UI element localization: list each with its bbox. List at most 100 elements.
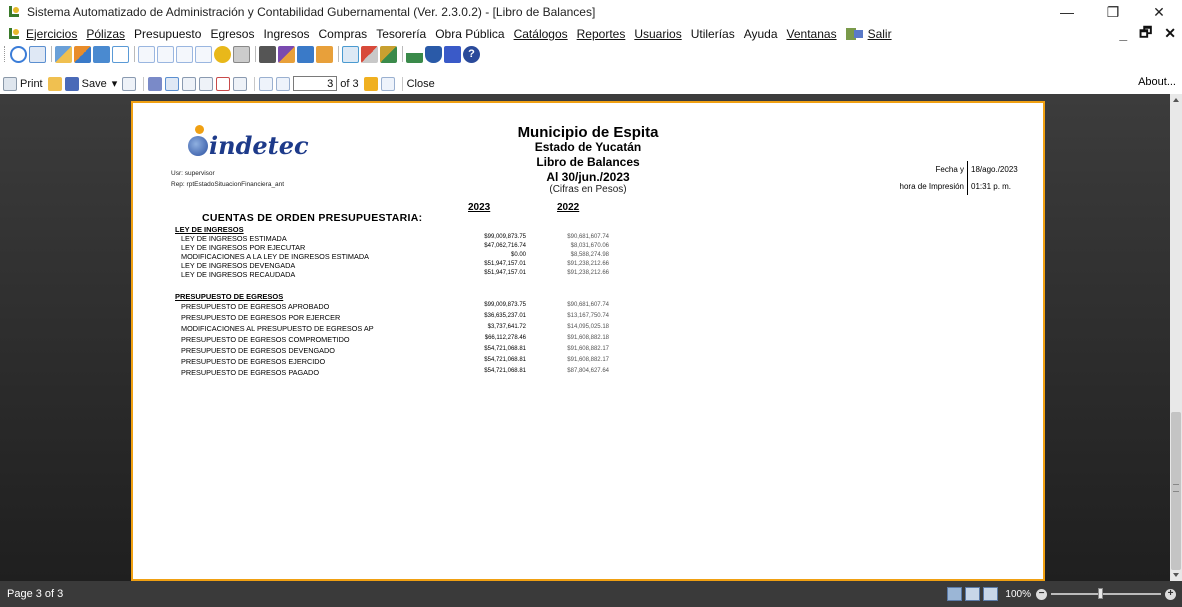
grid-icon[interactable]	[112, 45, 129, 63]
menu-usuarios[interactable]: Usuarios	[634, 27, 681, 41]
toolbar-separator	[51, 46, 52, 62]
vertical-scrollbar[interactable]	[1170, 94, 1182, 581]
page-status: Page 3 of 3	[7, 588, 64, 600]
zoom-in-button[interactable]: +	[1165, 588, 1176, 600]
calculator-icon[interactable]	[259, 45, 276, 63]
menu-ingresos[interactable]: Ingresos	[263, 27, 309, 41]
key-icon[interactable]	[380, 45, 397, 63]
prev-page-icon[interactable]	[276, 76, 291, 91]
menu-ejercicios[interactable]: Ejercicios	[26, 27, 77, 41]
row-label: PRESUPUESTO DE EGRESOS PAGADO	[181, 368, 319, 377]
close-button[interactable]: Close	[407, 78, 435, 90]
save-icon[interactable]	[444, 45, 461, 63]
about-button[interactable]: About...	[1138, 76, 1176, 88]
mdi-restore-button[interactable]: 🗗	[1139, 22, 1152, 46]
page-e-icon[interactable]	[176, 45, 193, 63]
row-label: MODIFICACIONES A LA LEY DE INGRESOS ESTI…	[181, 252, 370, 261]
toolbar-separator	[338, 46, 339, 62]
save-button[interactable]: Save	[82, 78, 107, 90]
row-value-2022: $91,608,882.18	[567, 335, 609, 341]
contacts-icon[interactable]	[342, 45, 359, 63]
print-button[interactable]: Print	[20, 78, 43, 90]
menu-polizas[interactable]: Pólizas	[86, 27, 125, 41]
tree-icon[interactable]	[406, 45, 423, 63]
group-title-egresos: PRESUPUESTO DE EGRESOS	[175, 292, 284, 301]
toolbar-grip[interactable]	[4, 46, 7, 62]
row-label: MODIFICACIONES AL PRESUPUESTO DE EGRESOS…	[181, 324, 374, 333]
menu-ventanas-label: Ventanas	[786, 26, 837, 41]
menu-salir[interactable]: Salir	[868, 27, 892, 41]
single-page-icon[interactable]	[165, 76, 180, 91]
print-preview-icon	[3, 76, 17, 91]
menu-reportes[interactable]: Reportes	[577, 27, 626, 41]
scroll-down-arrow[interactable]	[1173, 573, 1179, 577]
truck-icon[interactable]	[297, 45, 314, 63]
window-title: Sistema Automatizado de Administración y…	[27, 5, 596, 19]
zoom-slider[interactable]	[1051, 588, 1161, 599]
find-icon[interactable]	[148, 76, 163, 91]
view-single-icon[interactable]	[965, 587, 981, 601]
scroll-up-arrow[interactable]	[1173, 98, 1179, 102]
row-label: PRESUPUESTO DE EGRESOS EJERCIDO	[181, 357, 326, 366]
zoom-slider-thumb[interactable]	[1098, 588, 1103, 599]
page-d-icon[interactable]	[157, 45, 174, 63]
page-c-icon[interactable]	[138, 45, 155, 63]
coins-icon[interactable]	[214, 45, 231, 63]
row-label: PRESUPUESTO DE EGRESOS DEVENGADO	[181, 346, 335, 355]
users-icon[interactable]	[55, 45, 72, 63]
view-multi-icon[interactable]	[983, 587, 999, 601]
copy-icon[interactable]	[199, 76, 214, 91]
mdi-app-icon[interactable]	[7, 27, 20, 40]
menu-presupuesto[interactable]: Presupuesto	[134, 27, 201, 41]
menu-compras[interactable]: Compras	[319, 27, 368, 41]
next-page-icon[interactable]	[363, 76, 378, 91]
email-icon[interactable]	[122, 76, 137, 91]
row-value-2022: $87,804,627.64	[567, 368, 609, 374]
page-p-icon[interactable]	[195, 45, 212, 63]
report-municipio: Municipio de Espita	[517, 124, 659, 141]
row-label: LEY DE INGRESOS ESTIMADA	[181, 234, 287, 243]
menu-usuarios-label: Usuarios	[634, 26, 682, 41]
table-icon[interactable]	[93, 45, 110, 63]
menu-tesoreria[interactable]: Tesorería	[376, 27, 426, 41]
tools-icon[interactable]	[361, 45, 378, 63]
menu-catalogos[interactable]: Catálogos	[514, 27, 568, 41]
restore-button[interactable]: ❐	[1090, 0, 1136, 24]
document-icon[interactable]	[29, 45, 46, 63]
toolbar-separator	[402, 46, 403, 62]
page-number-input[interactable]	[293, 76, 338, 91]
menu-egresos[interactable]: Egresos	[210, 27, 254, 41]
transfer-icon[interactable]	[74, 45, 91, 63]
view-mode-icon[interactable]	[947, 587, 963, 601]
row-value-2022: $90,681,607.74	[567, 302, 609, 308]
minimize-button[interactable]: —	[1044, 0, 1090, 24]
window-controls: — ❐ ✕	[1044, 0, 1182, 24]
menu-utilerias[interactable]: Utilerías	[691, 27, 735, 41]
report-toolbar: Print Save ▾ of 3 Close	[0, 74, 1182, 93]
help-icon[interactable]: ?	[463, 45, 480, 63]
shield-icon[interactable]	[425, 45, 442, 63]
watermark-icon[interactable]	[233, 76, 248, 91]
box-icon[interactable]	[316, 45, 333, 63]
report-content: indetec Usr: supervisor Rep: rptEstadoSi…	[133, 103, 1043, 579]
mdi-minimize-button[interactable]: _	[1119, 26, 1127, 42]
section-title: CUENTAS DE ORDEN PRESUPUESTARIA:	[202, 212, 423, 224]
menu-ventanas[interactable]: Ventanas	[787, 27, 837, 41]
zoom-out-button[interactable]: −	[1036, 588, 1047, 600]
refresh-icon[interactable]	[10, 45, 27, 63]
mdi-close-button[interactable]: ✕	[1164, 25, 1176, 42]
menu-ayuda[interactable]: Ayuda	[744, 27, 778, 41]
print-icon[interactable]	[233, 45, 250, 63]
menu-obra-publica[interactable]: Obra Pública	[435, 27, 504, 41]
table-row: PRESUPUESTO DE EGRESOS PAGADO $54,721,06…	[181, 368, 609, 377]
menu-polizas-label: Pólizas	[86, 26, 126, 41]
open-folder-icon[interactable]	[47, 76, 62, 91]
multi-page-icon[interactable]	[182, 76, 197, 91]
close-window-button[interactable]: ✕	[1136, 0, 1182, 24]
delete-icon[interactable]	[216, 76, 231, 91]
menu-ejercicios-label: Ejercicios	[26, 26, 78, 41]
first-page-icon[interactable]	[259, 76, 274, 91]
chart-icon[interactable]	[278, 45, 295, 63]
save-dropdown-arrow[interactable]: ▾	[112, 77, 118, 90]
last-page-icon[interactable]	[380, 76, 395, 91]
